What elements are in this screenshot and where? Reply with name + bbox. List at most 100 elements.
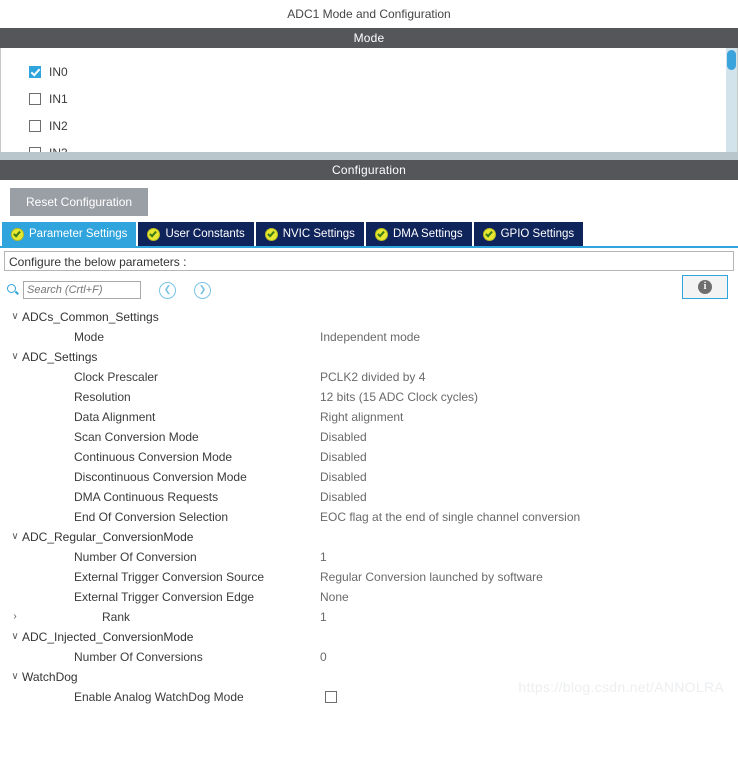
group-label: ADCs_Common_Settings	[22, 310, 159, 324]
parameter-row-mode[interactable]: Mode Independent mode	[8, 327, 738, 347]
parameter-row-data-alignment[interactable]: Data Alignment Right alignment	[8, 407, 738, 427]
parameter-group-adc-regular-conversionmode[interactable]: ∨ ADC_Regular_ConversionMode	[8, 527, 738, 547]
tab-nvic-settings[interactable]: NVIC Settings	[255, 222, 364, 246]
tab-label: DMA Settings	[392, 228, 463, 240]
parameter-label: Enable Analog WatchDog Mode	[74, 690, 244, 704]
channel-label: IN1	[49, 91, 68, 106]
configuration-section-header: Configuration	[0, 160, 738, 180]
channel-checkbox-in1[interactable]	[29, 92, 41, 105]
chevron-down-icon[interactable]: ∨	[8, 667, 22, 687]
parameter-row-number-of-conversions[interactable]: Number Of Conversions 0	[8, 647, 738, 667]
tab-parameter-settings[interactable]: Parameter Settings	[2, 222, 137, 246]
parameter-tree: ∨ ADCs_Common_Settings Mode Independent mod…	[0, 305, 738, 707]
tab-user-constants[interactable]: User Constants	[138, 222, 254, 246]
reset-configuration-button[interactable]: Reset Configuration	[10, 188, 149, 216]
info-button[interactable]: i	[682, 275, 728, 299]
parameter-row-rank[interactable]: › Rank 1	[8, 607, 738, 627]
parameter-row-number-of-conversion[interactable]: Number Of Conversion 1	[8, 547, 738, 567]
parameter-row-dma-continuous-requests[interactable]: DMA Continuous Requests Disabled	[8, 487, 738, 507]
parameter-label: Rank	[102, 610, 131, 624]
tab-gpio-settings[interactable]: GPIO Settings	[473, 222, 584, 246]
search-icon	[6, 283, 20, 297]
chevron-down-icon[interactable]: ∨	[8, 347, 22, 367]
chevron-down-icon[interactable]: ∨	[8, 307, 22, 327]
parameter-group-adcs-common-settings[interactable]: ∨ ADCs_Common_Settings	[8, 307, 738, 327]
mode-vertical-scrollbar[interactable]	[726, 48, 737, 152]
parameter-row-discontinuous-conversion-mode[interactable]: Discontinuous Conversion Mode Disabled	[8, 467, 738, 487]
parameter-value[interactable]: Disabled	[320, 470, 367, 484]
parameter-value[interactable]: Disabled	[320, 430, 367, 444]
channel-list: IN0 IN1 IN2 IN3	[1, 48, 737, 152]
tab-status-check-icon	[374, 227, 388, 241]
parameter-row-external-trigger-conversion-source[interactable]: External Trigger Conversion Source Regula…	[8, 567, 738, 587]
channel-label: IN2	[49, 118, 68, 133]
previous-search-result-icon[interactable]: ❮	[159, 281, 176, 299]
parameter-row-scan-conversion-mode[interactable]: Scan Conversion Mode Disabled	[8, 427, 738, 447]
page-title: ADC1 Mode and Configuration	[0, 0, 738, 28]
tab-status-check-icon	[264, 227, 278, 241]
chevron-down-icon[interactable]: ∨	[8, 527, 22, 547]
parameter-label: Clock Prescaler	[74, 370, 159, 384]
configure-parameters-label: Configure the below parameters :	[4, 251, 734, 271]
channel-row[interactable]: IN0	[29, 58, 737, 85]
tab-status-check-icon	[147, 227, 161, 241]
parameter-value[interactable]: Regular Conversion launched by software	[320, 570, 543, 584]
chevron-right-icon[interactable]: ›	[8, 607, 22, 627]
chevron-down-icon[interactable]: ∨	[8, 627, 22, 647]
tab-label: Parameter Settings	[29, 228, 128, 240]
tab-dma-settings[interactable]: DMA Settings	[365, 222, 472, 246]
search-input[interactable]	[23, 281, 141, 299]
tab-label: NVIC Settings	[282, 228, 355, 240]
channel-checkbox-in3[interactable]	[29, 146, 41, 152]
parameter-value[interactable]: None	[320, 590, 349, 604]
parameter-value[interactable]: 1	[320, 550, 327, 564]
search-row: ❮ ❯ i	[0, 271, 738, 305]
info-icon: i	[698, 280, 712, 294]
parameter-row-clock-prescaler[interactable]: Clock Prescaler PCLK2 divided by 4	[8, 367, 738, 387]
parameter-value[interactable]: Independent mode	[320, 330, 420, 344]
parameter-label: Number Of Conversion	[74, 550, 197, 564]
parameter-value[interactable]: PCLK2 divided by 4	[320, 370, 425, 384]
channel-row[interactable]: IN2	[29, 112, 737, 139]
parameter-value[interactable]: 12 bits (15 ADC Clock cycles)	[320, 390, 478, 404]
channel-checkbox-in0[interactable]	[29, 65, 41, 78]
configuration-body: Reset Configuration Parameter Settings Us…	[0, 180, 738, 707]
group-label: ADC_Regular_ConversionMode	[22, 530, 194, 544]
channel-label: IN3	[49, 146, 68, 153]
parameter-label: Resolution	[74, 390, 131, 404]
settings-tabs: Parameter Settings User Constants NVIC Set…	[0, 222, 738, 248]
parameter-label: Scan Conversion Mode	[74, 430, 199, 444]
channel-checkbox-in2[interactable]	[29, 119, 41, 132]
parameter-value[interactable]: Disabled	[320, 450, 367, 464]
mode-panel: IN0 IN1 IN2 IN3	[0, 48, 738, 152]
parameter-row-continuous-conversion-mode[interactable]: Continuous Conversion Mode Disabled	[8, 447, 738, 467]
parameter-checkbox-enable-analog-watchdog-mode[interactable]	[325, 691, 337, 703]
parameter-row-external-trigger-conversion-edge[interactable]: External Trigger Conversion Edge None	[8, 587, 738, 607]
parameter-group-adc-injected-conversionmode[interactable]: ∨ ADC_Injected_ConversionMode	[8, 627, 738, 647]
parameter-label: Discontinuous Conversion Mode	[74, 470, 247, 484]
parameter-label: External Trigger Conversion Edge	[74, 590, 255, 604]
parameter-label: Mode	[74, 330, 105, 344]
parameter-label: Data Alignment	[74, 410, 156, 424]
next-search-result-icon[interactable]: ❯	[194, 281, 211, 299]
reset-row: Reset Configuration	[0, 180, 738, 222]
channel-row[interactable]: IN1	[29, 85, 737, 112]
mode-panel-divider	[0, 152, 738, 160]
parameter-value[interactable]: 0	[320, 650, 327, 664]
tab-status-check-icon	[11, 227, 24, 241]
parameter-label: End Of Conversion Selection	[74, 510, 229, 524]
parameter-group-adc-settings[interactable]: ∨ ADC_Settings	[8, 347, 738, 367]
parameter-value[interactable]: EOC flag at the end of single channel co…	[320, 510, 580, 524]
parameter-value[interactable]: 1	[320, 610, 327, 624]
parameter-value[interactable]: Disabled	[320, 490, 367, 504]
channel-label: IN0	[49, 64, 68, 79]
parameter-row-resolution[interactable]: Resolution 12 bits (15 ADC Clock cycles)	[8, 387, 738, 407]
parameter-row-end-of-conversion-selection[interactable]: End Of Conversion Selection EOC flag at t…	[8, 507, 738, 527]
watermark: https://blog.csdn.net/ANNOLRA	[518, 679, 724, 695]
tab-status-check-icon	[482, 227, 496, 241]
parameter-label: External Trigger Conversion Source	[74, 570, 265, 584]
scrollbar-thumb[interactable]	[727, 50, 736, 70]
tab-label: GPIO Settings	[500, 228, 575, 240]
parameter-value[interactable]: Right alignment	[320, 410, 403, 424]
channel-row[interactable]: IN3	[29, 139, 737, 152]
